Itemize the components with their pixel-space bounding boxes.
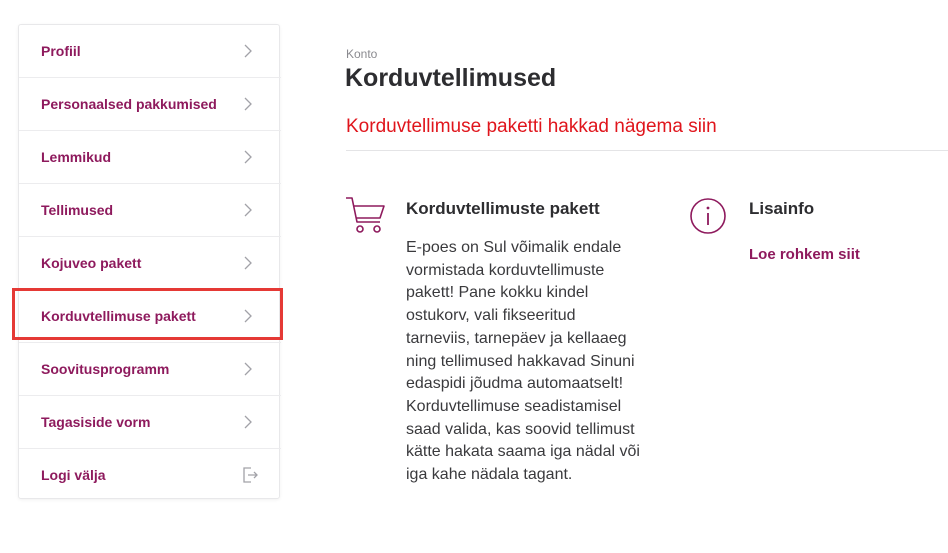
sidebar-item-korduvtellimuse-pakett[interactable]: Korduvtellimuse pakett [19,290,281,343]
chevron-right-icon [244,150,252,164]
sidebar-item-label: Profiil [41,43,81,59]
sidebar-item-label: Kojuveo pakett [41,255,142,271]
sidebar-item-label: Logi välja [41,467,106,483]
package-title: Korduvtellimuste pakett [406,199,600,218]
sidebar-item-tagasiside-vorm[interactable]: Tagasiside vorm [19,396,281,449]
logout-icon [243,467,258,483]
sidebar-item-label: Korduvtellimuse pakett [41,308,196,324]
chevron-right-icon [244,97,252,111]
sidebar-item-logi-valja[interactable]: Logi välja [19,449,281,502]
package-description: E-poes on Sul võimalik endale vormistada… [406,239,640,484]
section-divider [346,150,948,151]
account-sidebar: Profiil Personaalsed pakkumised Lemmikud… [18,24,281,502]
empty-state-notice: Korduvtellimuse paketti hakkad nägema si… [346,116,717,137]
breadcrumb[interactable]: Konto [346,47,377,61]
sidebar-item-soovitusprogramm[interactable]: Soovitusprogramm [19,343,281,396]
chevron-right-icon [244,203,252,217]
sidebar-item-label: Tellimused [41,202,114,218]
sidebar-item-lemmikud[interactable]: Lemmikud [19,131,281,184]
sidebar-item-label: Lemmikud [41,149,112,165]
page-title: Korduvtellimused [345,64,557,92]
account-page: Profiil Personaalsed pakkumised Lemmikud… [0,0,948,553]
sidebar-item-label: Personaalsed pakkumised [41,96,217,112]
info-icon [690,198,726,234]
info-title: Lisainfo [749,199,815,218]
sidebar-item-profiil[interactable]: Profiil [19,25,281,78]
sidebar-item-tellimused[interactable]: Tellimused [19,184,281,237]
shopping-cart-icon [346,197,385,233]
sidebar-item-kojuveo-pakett[interactable]: Kojuveo pakett [19,237,281,290]
chevron-right-icon [244,44,252,58]
chevron-right-icon [244,256,252,270]
read-more-link[interactable]: Loe rohkem siit [749,246,860,263]
chevron-right-icon [244,415,252,429]
sidebar-item-personaalsed-pakkumised[interactable]: Personaalsed pakkumised [19,78,281,131]
sidebar-item-label: Tagasiside vorm [41,414,151,430]
chevron-right-icon [244,362,252,376]
sidebar-item-label: Soovitusprogramm [41,361,170,377]
chevron-right-icon [244,309,252,323]
